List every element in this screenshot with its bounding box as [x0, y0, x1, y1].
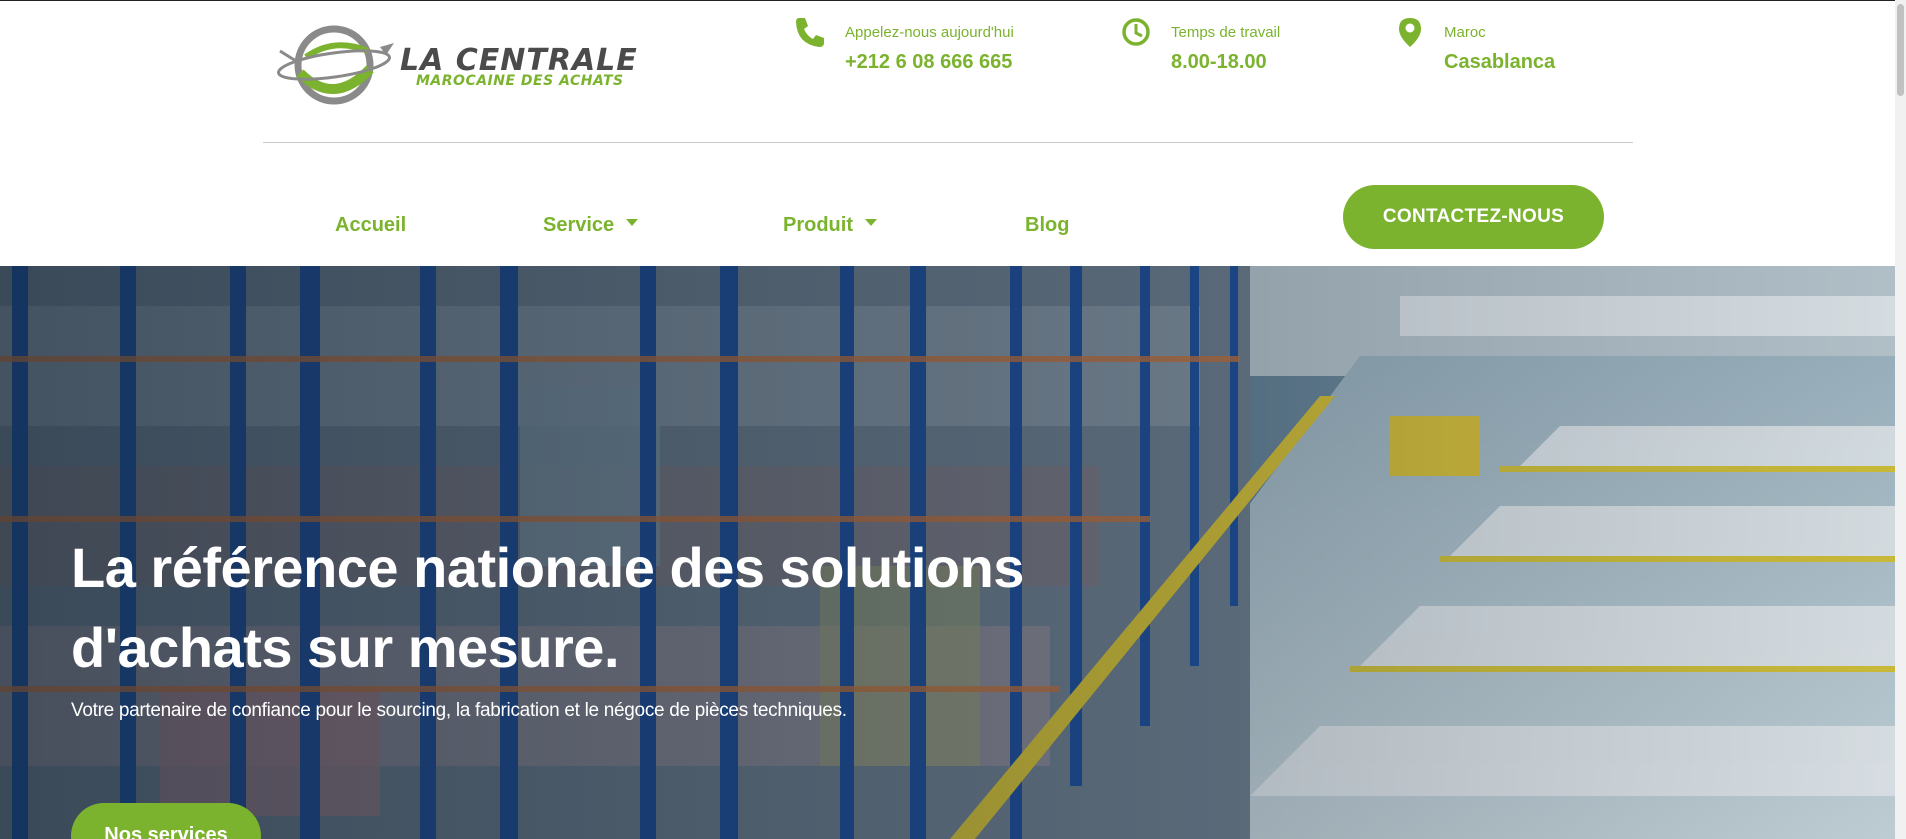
- scrollbar-thumb[interactable]: [1897, 4, 1904, 96]
- contact-us-button[interactable]: CONTACTEZ-NOUS: [1343, 185, 1604, 249]
- contact-phone[interactable]: Appelez-nous aujourd'hui +212 6 08 666 6…: [793, 11, 1053, 81]
- contact-location[interactable]: Maroc Casablanca: [1396, 11, 1596, 81]
- logo[interactable]: LA CENTRALE MAROCAINE DES ACHATS: [276, 21, 637, 109]
- site-header: LA CENTRALE MAROCAINE DES ACHATS Appelez…: [0, 0, 1895, 266]
- page: LA CENTRALE MAROCAINE DES ACHATS Appelez…: [0, 0, 1895, 839]
- contact-location-value: Casablanca: [1444, 51, 1556, 73]
- contact-hours: Temps de travail 8.00-18.00: [1121, 11, 1321, 81]
- logo-globe-icon: [277, 25, 394, 105]
- nav-item-service[interactable]: Service: [543, 214, 639, 237]
- clock-icon: [1122, 18, 1150, 46]
- nav-item-produit[interactable]: Produit: [783, 214, 877, 237]
- phone-icon: [796, 18, 824, 47]
- nav-item-label: Service: [543, 214, 615, 236]
- contact-phone-value: +212 6 08 666 665: [845, 51, 1013, 73]
- nav-item-label: Produit: [783, 214, 853, 236]
- chevron-down-icon: [865, 219, 877, 227]
- hero-title-line-1: La référence nationale des solutions: [71, 536, 1024, 599]
- hero-title-line-2: d'achats sur mesure.: [71, 616, 620, 679]
- nav-item-blog[interactable]: Blog: [1025, 214, 1069, 237]
- nav-item-label: Blog: [1025, 214, 1070, 236]
- header-divider: [263, 142, 1633, 143]
- page-scrollbar[interactable]: [1895, 0, 1906, 839]
- nav-item-accueil[interactable]: Accueil: [335, 214, 406, 237]
- nav-item-label: Accueil: [335, 214, 407, 236]
- contact-hours-value: 8.00-18.00: [1171, 51, 1267, 73]
- location-pin-icon: [1399, 18, 1421, 47]
- hero-subtitle: Votre partenaire de confiance pour le so…: [71, 700, 847, 721]
- our-services-button[interactable]: Nos services: [71, 803, 261, 839]
- hero-section: La référence nationale des solutions d'a…: [0, 266, 1895, 839]
- contact-phone-label: Appelez-nous aujourd'hui: [845, 24, 1014, 41]
- logo-tagline: MAROCAINE DES ACHATS: [416, 73, 624, 89]
- contact-hours-label: Temps de travail: [1171, 24, 1281, 41]
- chevron-down-icon: [626, 219, 639, 227]
- contact-location-label: Maroc: [1444, 24, 1486, 41]
- hero-title: La référence nationale des solutions d'a…: [71, 528, 1071, 688]
